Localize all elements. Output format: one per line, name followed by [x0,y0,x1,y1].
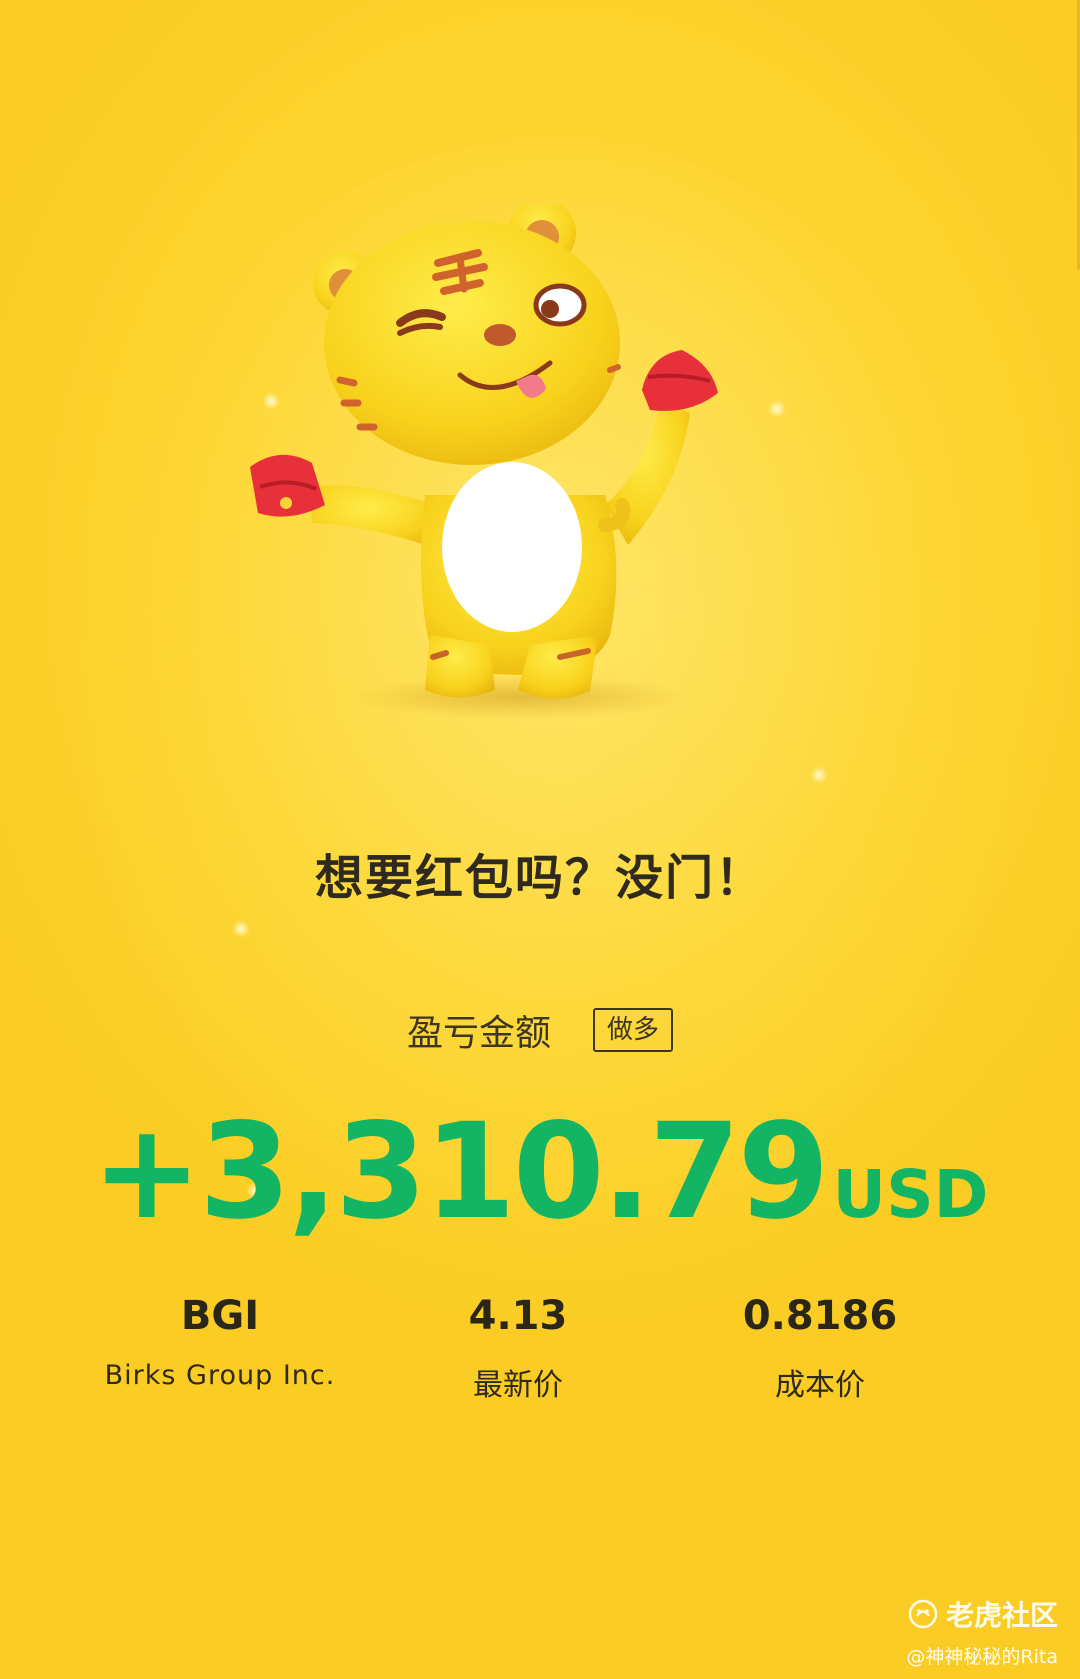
cost-price-block: 0.8186 成本价 [720,1290,920,1404]
stock-ticker: BGI [180,1293,260,1339]
pnl-amount: +3,310.79USD [0,1095,1080,1249]
sparkle [810,766,828,784]
cost-price-label: 成本价 [775,1368,865,1403]
tiger-mascot-icon [250,205,718,719]
pnl-value: +3,310.79 [91,1095,830,1249]
watermark-brand: 老虎社区 [908,1594,1058,1634]
stock-stats: BGI Birks Group Inc. 4.13 最新价 0.8186 成本价 [0,1290,1080,1404]
slogan-text: 想要红包吗？没门！ [314,850,765,906]
sparkle [232,920,250,938]
latest-price-block: 4.13 最新价 [448,1290,588,1404]
tiger-community-logo-icon [908,1599,938,1629]
latest-price: 4.13 [468,1293,568,1339]
direction-badge: 做多 [593,1008,674,1052]
stock-name: Birks Group Inc. [104,1360,336,1391]
latest-price-label: 最新价 [473,1368,563,1403]
pnl-currency: USD [832,1156,989,1233]
pnl-header: 盈亏金额 做多 [0,1006,1080,1054]
stock-identity: BGI Birks Group Inc. [0,1290,440,1404]
watermark-username: @神神秘秘的Rita [906,1646,1058,1668]
cost-price: 0.8186 [742,1293,898,1339]
pnl-label: 盈亏金额 [406,1013,551,1054]
watermark-brand-text: 老虎社区 [945,1599,1058,1632]
